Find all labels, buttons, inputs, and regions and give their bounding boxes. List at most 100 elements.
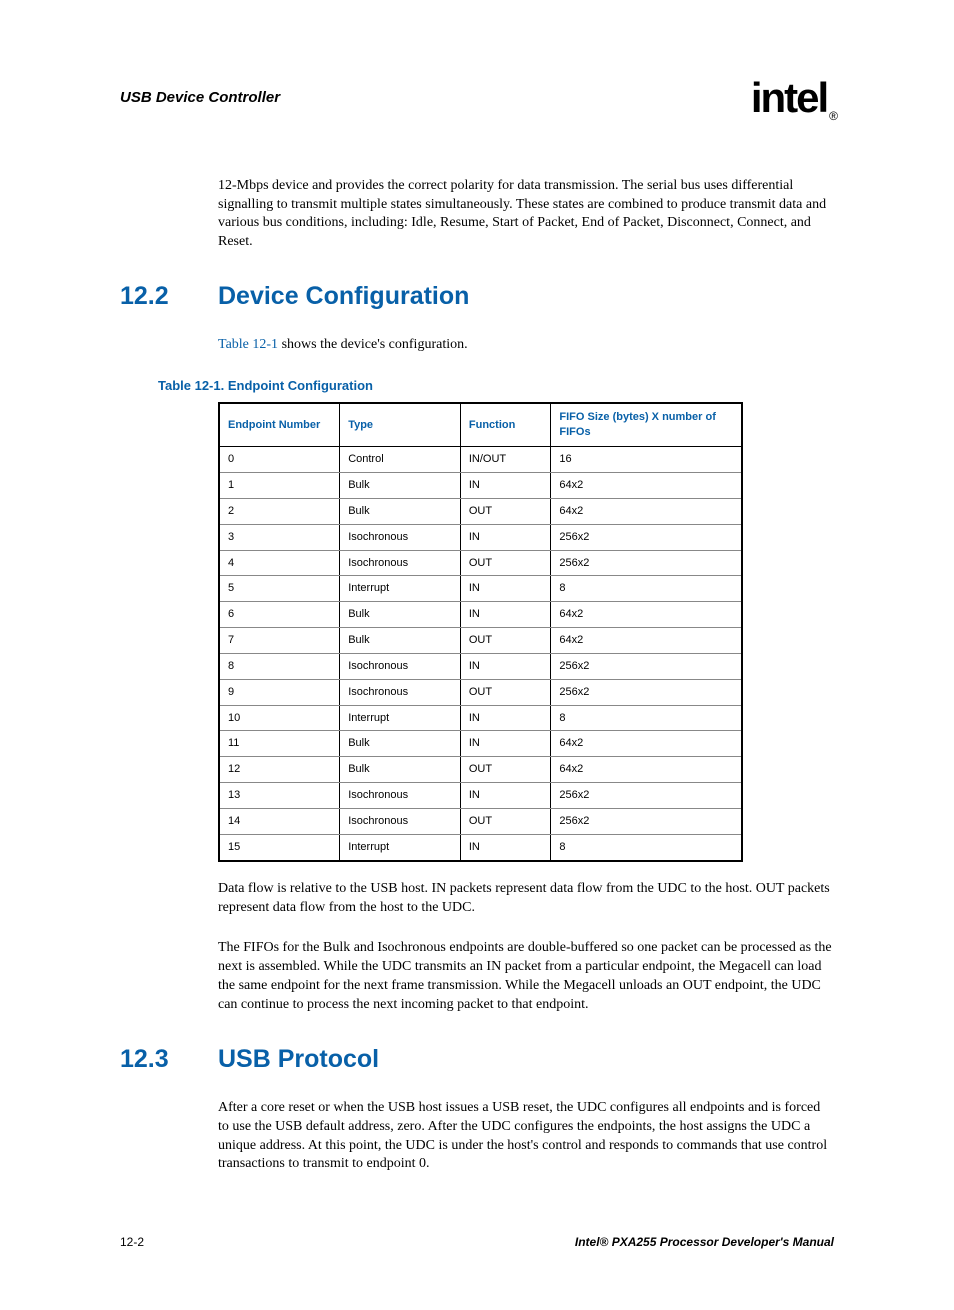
table-cell: Interrupt xyxy=(340,834,461,860)
table-cell: IN xyxy=(460,576,551,602)
table-cell: 64x2 xyxy=(551,472,742,498)
table-cell: Bulk xyxy=(340,472,461,498)
table-cell: Isochronous xyxy=(340,653,461,679)
page-header: USB Device Controller intel® xyxy=(120,70,834,127)
table-cell: Interrupt xyxy=(340,705,461,731)
table-cell: 14 xyxy=(219,808,340,834)
table-cell: 256x2 xyxy=(551,653,742,679)
table-cell: OUT xyxy=(460,757,551,783)
table-cell: 5 xyxy=(219,576,340,602)
table-cell: Bulk xyxy=(340,628,461,654)
page-number: 12-2 xyxy=(120,1234,144,1250)
table-row: 12BulkOUT64x2 xyxy=(219,757,742,783)
table-row: 0ControlIN/OUT16 xyxy=(219,447,742,473)
table-row: 1BulkIN64x2 xyxy=(219,472,742,498)
endpoint-config-table: Endpoint Number Type Function FIFO Size … xyxy=(218,402,743,861)
table-cell: 256x2 xyxy=(551,550,742,576)
col-fifo: FIFO Size (bytes) X number of FIFOs xyxy=(551,403,742,446)
section-12-3-heading: 12.3 USB Protocol xyxy=(120,1043,834,1077)
table-row: 6BulkIN64x2 xyxy=(219,602,742,628)
table-cell: 16 xyxy=(551,447,742,473)
table-row: 2BulkOUT64x2 xyxy=(219,498,742,524)
table-cell: 256x2 xyxy=(551,679,742,705)
table-cell: 8 xyxy=(551,834,742,860)
table-header-row: Endpoint Number Type Function FIFO Size … xyxy=(219,403,742,446)
table-cell: 15 xyxy=(219,834,340,860)
page-footer: 12-2 Intel® PXA255 Processor Developer's… xyxy=(120,1234,834,1250)
table-cell: 64x2 xyxy=(551,757,742,783)
table-cell: 8 xyxy=(551,705,742,731)
col-function: Function xyxy=(460,403,551,446)
table-cell: 64x2 xyxy=(551,602,742,628)
table-intro-paragraph: Table 12-1 shows the device's configurat… xyxy=(218,336,834,355)
table-cell: Control xyxy=(340,447,461,473)
header-title: USB Device Controller xyxy=(120,88,280,108)
table-cell: IN xyxy=(460,472,551,498)
table-row: 14IsochronousOUT256x2 xyxy=(219,808,742,834)
table-intro-rest: shows the device's configuration. xyxy=(278,337,468,352)
table-cell: 3 xyxy=(219,524,340,550)
table-cell: OUT xyxy=(460,498,551,524)
table-row: 5InterruptIN8 xyxy=(219,576,742,602)
table-cell: 13 xyxy=(219,783,340,809)
table-cell: 2 xyxy=(219,498,340,524)
table-cell: 8 xyxy=(219,653,340,679)
table-cell: IN xyxy=(460,705,551,731)
table-row: 13IsochronousIN256x2 xyxy=(219,783,742,809)
table-cell: OUT xyxy=(460,550,551,576)
table-cell: 4 xyxy=(219,550,340,576)
table-cell: 64x2 xyxy=(551,498,742,524)
table-cell: Bulk xyxy=(340,731,461,757)
table-cell: 256x2 xyxy=(551,808,742,834)
table-row: 11BulkIN64x2 xyxy=(219,731,742,757)
logo-mark: ® xyxy=(829,109,836,123)
section-number: 12.3 xyxy=(120,1043,218,1077)
table-cell: OUT xyxy=(460,808,551,834)
table-cell: 11 xyxy=(219,731,340,757)
table-cell: Bulk xyxy=(340,757,461,783)
table-cell: IN/OUT xyxy=(460,447,551,473)
table-cell: 64x2 xyxy=(551,628,742,654)
table-cell: IN xyxy=(460,524,551,550)
section-12-2-para-1: Data flow is relative to the USB host. I… xyxy=(218,880,834,918)
table-cell: Interrupt xyxy=(340,576,461,602)
table-12-1-link[interactable]: Table 12-1 xyxy=(218,337,278,352)
table-row: 7BulkOUT64x2 xyxy=(219,628,742,654)
table-cell: 0 xyxy=(219,447,340,473)
table-cell: 8 xyxy=(551,576,742,602)
table-cell: Isochronous xyxy=(340,808,461,834)
table-cell: IN xyxy=(460,602,551,628)
table-cell: 10 xyxy=(219,705,340,731)
table-cell: IN xyxy=(460,834,551,860)
table-row: 3IsochronousIN256x2 xyxy=(219,524,742,550)
table-cell: 9 xyxy=(219,679,340,705)
manual-title: Intel® PXA255 Processor Developer's Manu… xyxy=(575,1234,834,1250)
section-12-2-para-2: The FIFOs for the Bulk and Isochronous e… xyxy=(218,939,834,1015)
table-cell: Bulk xyxy=(340,602,461,628)
col-endpoint-number: Endpoint Number xyxy=(219,403,340,446)
table-cell: Isochronous xyxy=(340,679,461,705)
section-number: 12.2 xyxy=(120,280,218,314)
section-12-3-para: After a core reset or when the USB host … xyxy=(218,1099,834,1175)
table-12-1-caption: Table 12-1. Endpoint Configuration xyxy=(158,377,834,395)
section-12-2-heading: 12.2 Device Configuration xyxy=(120,280,834,314)
table-cell: 64x2 xyxy=(551,731,742,757)
section-title: Device Configuration xyxy=(218,280,469,314)
intel-logo: intel® xyxy=(751,70,834,127)
table-cell: 1 xyxy=(219,472,340,498)
table-cell: 7 xyxy=(219,628,340,654)
table-cell: Isochronous xyxy=(340,524,461,550)
table-cell: Isochronous xyxy=(340,550,461,576)
logo-text: intel xyxy=(751,74,827,121)
table-row: 4IsochronousOUT256x2 xyxy=(219,550,742,576)
table-cell: IN xyxy=(460,731,551,757)
table-cell: 6 xyxy=(219,602,340,628)
table-cell: 12 xyxy=(219,757,340,783)
table-cell: IN xyxy=(460,653,551,679)
table-row: 8IsochronousIN256x2 xyxy=(219,653,742,679)
table-cell: IN xyxy=(460,783,551,809)
table-cell: Isochronous xyxy=(340,783,461,809)
col-type: Type xyxy=(340,403,461,446)
table-row: 10InterruptIN8 xyxy=(219,705,742,731)
table-cell: 256x2 xyxy=(551,524,742,550)
